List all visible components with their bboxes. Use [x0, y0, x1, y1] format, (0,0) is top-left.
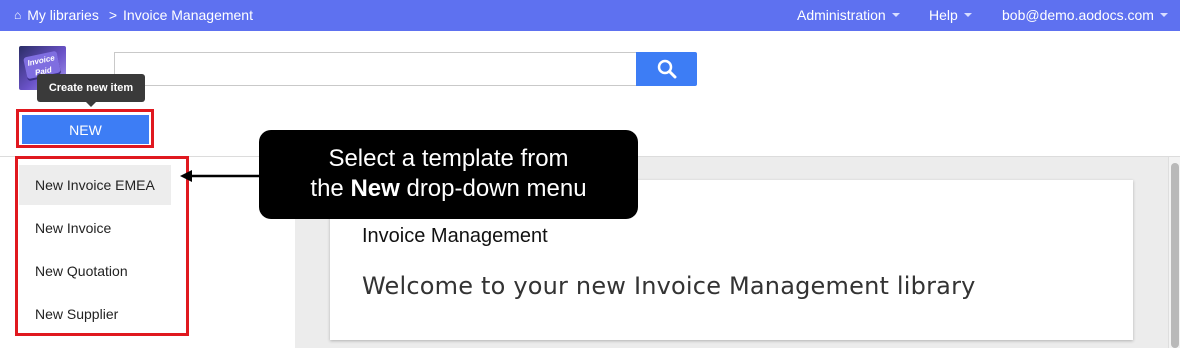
- callout-line-1: Select a template from: [328, 145, 569, 172]
- chevron-down-icon: [1159, 13, 1168, 17]
- chevron-down-icon: [963, 13, 972, 17]
- breadcrumb-current-library[interactable]: Invoice Management: [123, 7, 253, 23]
- welcome-message: Welcome to your new Invoice Management l…: [362, 272, 976, 300]
- user-menu[interactable]: bob@demo.aodocs.com: [1002, 7, 1168, 23]
- library-title: Invoice Management: [362, 225, 548, 247]
- user-email: bob@demo.aodocs.com: [1002, 7, 1154, 23]
- create-new-item-tooltip: Create new item: [37, 74, 145, 107]
- breadcrumb-my-libraries[interactable]: My libraries: [27, 7, 99, 23]
- search-button[interactable]: [636, 52, 697, 86]
- search-input[interactable]: [114, 52, 637, 86]
- callout-arrow: [180, 170, 262, 182]
- home-icon[interactable]: ⌂: [14, 8, 21, 22]
- top-navigation-bar: ⌂ My libraries > Invoice Management Admi…: [0, 0, 1180, 31]
- callout-line-2: the New drop-down menu: [310, 175, 587, 202]
- administration-label: Administration: [797, 7, 886, 23]
- instruction-callout: Select a template from the New drop-down…: [259, 130, 638, 219]
- vertical-scrollbar[interactable]: [1168, 157, 1180, 348]
- search-icon: [657, 59, 676, 79]
- help-menu[interactable]: Help: [929, 7, 972, 23]
- breadcrumb-separator: >: [108, 7, 118, 23]
- new-button[interactable]: NEW: [22, 115, 149, 144]
- menu-highlight: [15, 156, 189, 336]
- administration-menu[interactable]: Administration: [797, 7, 900, 23]
- chevron-down-icon: [891, 13, 900, 17]
- help-label: Help: [929, 7, 958, 23]
- breadcrumb: ⌂ My libraries > Invoice Management: [14, 7, 253, 23]
- scrollbar-thumb[interactable]: [1171, 163, 1179, 348]
